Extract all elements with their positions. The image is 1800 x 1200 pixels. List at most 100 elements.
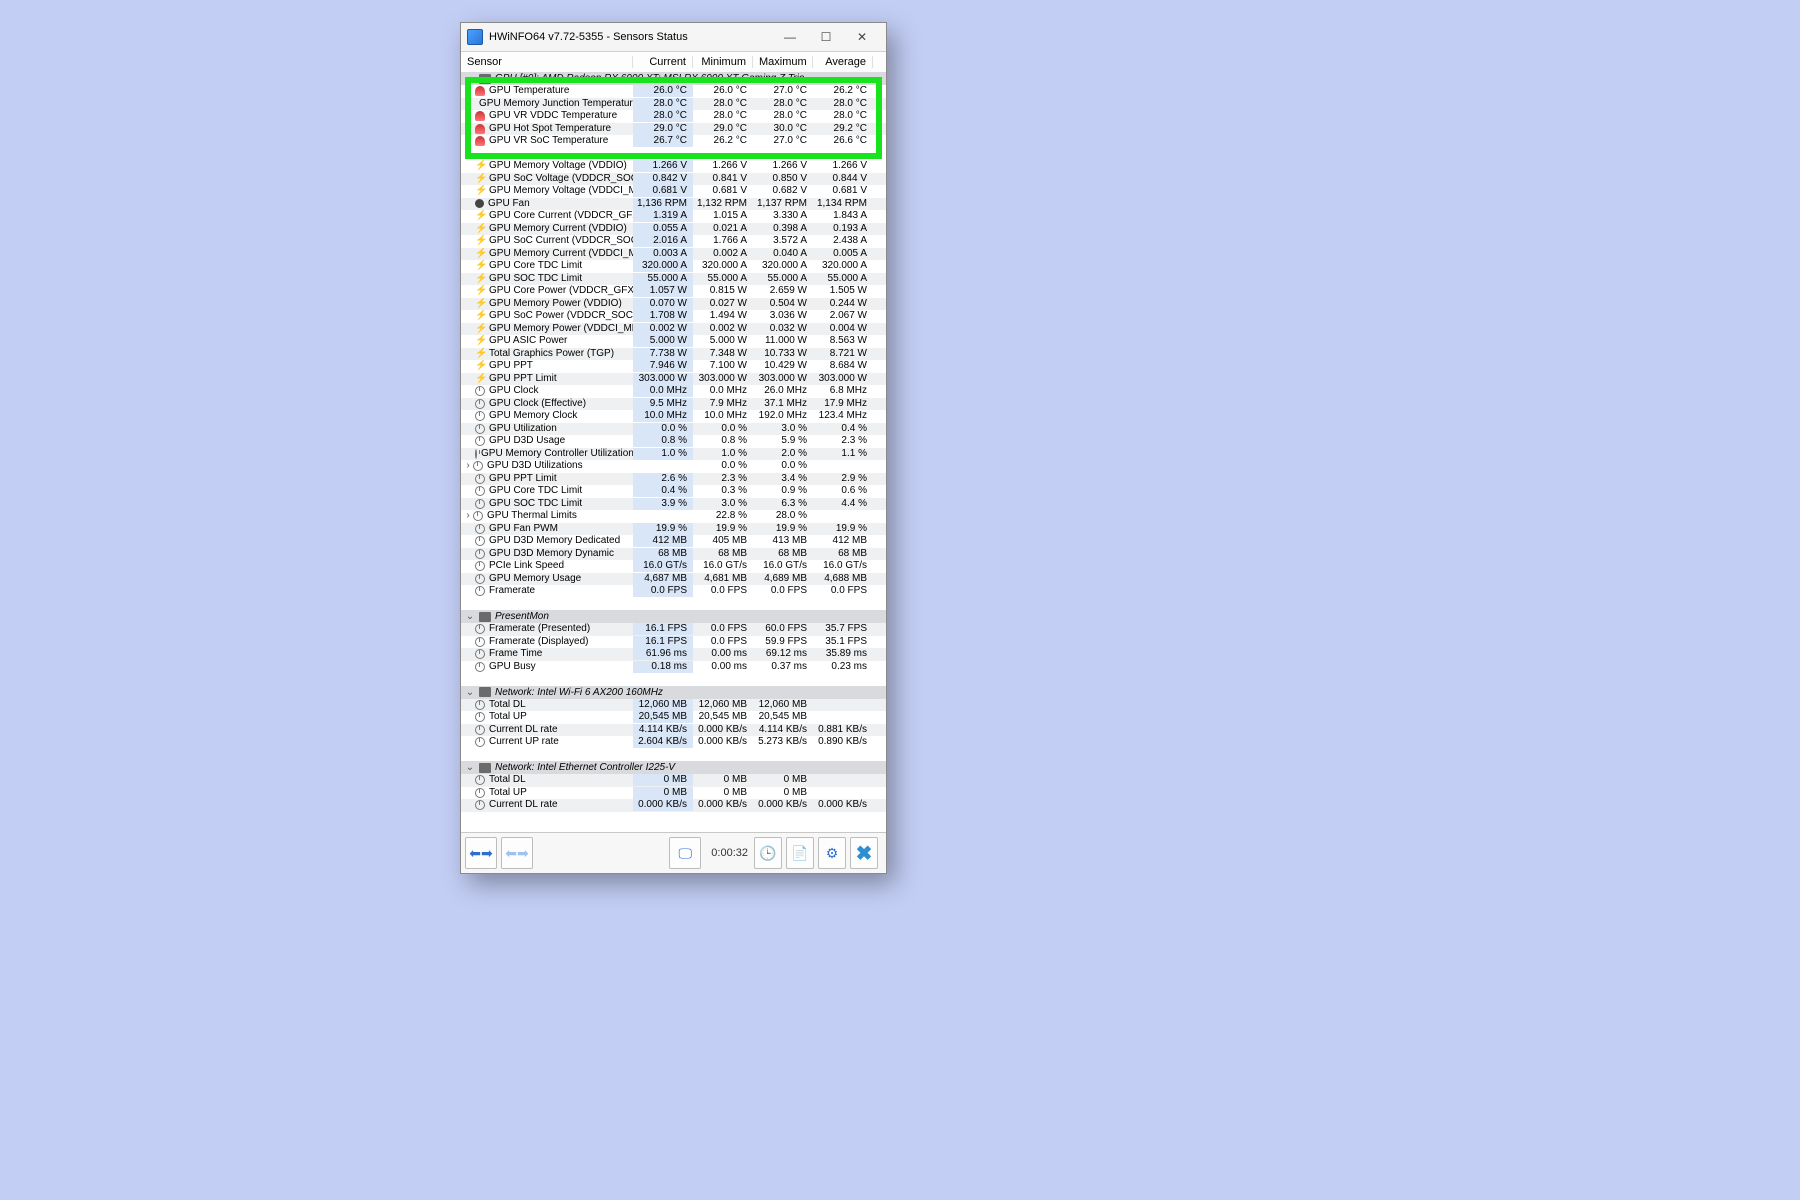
col-current[interactable]: Current [633,56,693,68]
sensor-row[interactable]: Framerate (Displayed)16.1 FPS0.0 FPS59.9… [461,636,886,649]
sensor-row[interactable]: ›GPU D3D Utilizations0.0 %0.0 % [461,460,886,473]
val-current: 0.8 % [633,435,693,447]
sensor-row[interactable]: GPU D3D Memory Dedicated412 MB405 MB413 … [461,535,886,548]
bolt-icon: ⚡ [475,286,485,296]
col-sensor[interactable]: Sensor [461,56,633,68]
sensor-row[interactable]: ⚡GPU SoC Power (VDDCR_SOC)1.708 W1.494 W… [461,310,886,323]
sensor-row[interactable]: GPU Memory Junction Temperature28.0 °C28… [461,98,886,111]
sensor-row[interactable]: ⚡GPU Memory Voltage (VDDIO)1.266 V1.266 … [461,160,886,173]
val-current: 0 MB [633,774,693,786]
nav-expand-button[interactable]: ⬅➡ [501,837,533,869]
sensor-row[interactable]: ⚡Total Graphics Power (TGP)7.738 W7.348 … [461,348,886,361]
val-current: 3.9 % [633,498,693,510]
maximize-button[interactable]: ☐ [808,26,844,48]
val-min: 0.00 ms [693,661,753,673]
sensor-row[interactable]: ⚡GPU PPT7.946 W7.100 W10.429 W8.684 W [461,360,886,373]
sensor-row[interactable]: GPU Clock (Effective)9.5 MHz7.9 MHz37.1 … [461,398,886,411]
expand-icon[interactable]: › [463,460,473,472]
sensor-row[interactable]: ⚡GPU SoC Current (VDDCR_SOC)2.016 A1.766… [461,235,886,248]
sensor-row[interactable]: ⚡GPU Memory Current (VDDCI_MEM)0.003 A0.… [461,248,886,261]
sensor-row[interactable]: GPU SOC TDC Limit3.9 %3.0 %6.3 %4.4 % [461,498,886,511]
reset-button[interactable]: ✖ [850,837,878,869]
sensor-row[interactable]: Current DL rate4.114 KB/s0.000 KB/s4.114… [461,724,886,737]
sensor-row[interactable]: GPU D3D Memory Dynamic68 MB68 MB68 MB68 … [461,548,886,561]
sensor-row[interactable]: GPU D3D Usage0.8 %0.8 %5.9 %2.3 % [461,435,886,448]
bolt-icon: ⚡ [475,361,485,371]
sensor-row[interactable]: ⚡GPU SoC Voltage (VDDCR_SOC)0.842 V0.841… [461,173,886,186]
sensor-row[interactable]: ⚡GPU PPT Limit303.000 W303.000 W303.000 … [461,373,886,386]
sensor-row[interactable]: GPU Busy0.18 ms0.00 ms0.37 ms0.23 ms [461,661,886,674]
sensor-row[interactable]: GPU Temperature26.0 °C26.0 °C27.0 °C26.2… [461,85,886,98]
sensor-row[interactable]: ⚡GPU Memory Voltage (VDDCI_MEM)0.681 V0.… [461,185,886,198]
sensor-row[interactable]: GPU Memory Clock10.0 MHz10.0 MHz192.0 MH… [461,410,886,423]
titlebar[interactable]: HWiNFO64 v7.72-5355 - Sensors Status — ☐… [461,23,886,52]
sensor-row[interactable]: GPU Memory Controller Utilization1.0 %1.… [461,448,886,461]
sensor-row[interactable]: ⚡GPU Memory Power (VDDCI_MEM)0.002 W0.00… [461,323,886,336]
sensor-row[interactable]: Total DL12,060 MB12,060 MB12,060 MB [461,699,886,712]
minimize-button[interactable]: — [772,26,808,48]
sensor-row[interactable]: Framerate0.0 FPS0.0 FPS0.0 FPS0.0 FPS [461,585,886,598]
sensor-row[interactable]: ⚡GPU Memory Power (VDDIO)0.070 W0.027 W0… [461,298,886,311]
val-avg: 1.843 A [813,210,873,222]
sensor-row[interactable]: PCIe Link Speed16.0 GT/s16.0 GT/s16.0 GT… [461,560,886,573]
nav-back-button[interactable]: ⬅➡ [465,837,497,869]
col-maximum[interactable]: Maximum [753,56,813,68]
col-minimum[interactable]: Minimum [693,56,753,68]
sensor-row[interactable]: ⚡GPU Memory Current (VDDIO)0.055 A0.021 … [461,223,886,236]
col-average[interactable]: Average [813,56,873,68]
sensor-row[interactable]: GPU Fan1,136 RPM1,132 RPM1,137 RPM1,134 … [461,198,886,211]
val-min: 10.0 MHz [693,410,753,422]
sensor-row[interactable]: Total UP0 MB0 MB0 MB [461,787,886,800]
logging-button[interactable]: 🖵 [669,837,701,869]
val-avg: 0.681 V [813,185,873,197]
sensor-row[interactable]: Total DL0 MB0 MB0 MB [461,774,886,787]
clock-icon[interactable]: 🕒 [754,837,782,869]
sensor-row[interactable]: GPU Utilization0.0 %0.0 %3.0 %0.4 % [461,423,886,436]
sensor-row[interactable]: GPU VR VDDC Temperature28.0 °C28.0 °C28.… [461,110,886,123]
sensor-row[interactable]: GPU VR SoC Temperature26.7 °C26.2 °C27.0… [461,135,886,148]
sensor-row[interactable]: ⚡GPU Core Power (VDDCR_GFX)1.057 W0.815 … [461,285,886,298]
gauge-icon [475,700,485,710]
save-button[interactable]: 📄 [786,837,814,869]
sensor-row[interactable]: GPU Hot Spot Temperature29.0 °C29.0 °C30… [461,123,886,136]
sensor-name: GPU SoC Voltage (VDDCR_SOC) [489,173,633,185]
sensor-row[interactable]: GPU Clock0.0 MHz0.0 MHz26.0 MHz6.8 MHz [461,385,886,398]
sensor-row[interactable]: Current DL rate0.000 KB/s0.000 KB/s0.000… [461,799,886,812]
gauge-icon [475,561,485,571]
val-min: 0.00 ms [693,648,753,660]
sensor-row[interactable]: ⚡GPU ASIC Power5.000 W5.000 W11.000 W8.5… [461,335,886,348]
sensor-name: GPU Utilization [489,423,557,435]
sensor-group-header[interactable]: ⌄GPU [#0]: AMD Radeon RX 6900 XT: MSI RX… [461,72,886,85]
sensor-row[interactable]: GPU Fan PWM19.9 %19.9 %19.9 %19.9 % [461,523,886,536]
sensor-group-header[interactable]: ⌄Network: Intel Wi-Fi 6 AX200 160MHz [461,686,886,699]
sensor-row[interactable]: ⚡GPU Core Current (VDDCR_GFX)1.319 A1.01… [461,210,886,223]
close-button[interactable]: ✕ [844,26,880,48]
val-max: 3.0 % [753,423,813,435]
sensor-group-header[interactable]: ⌄PresentMon [461,610,886,623]
sensor-name: GPU Memory Usage [489,573,581,585]
sensor-name: GPU Core Current (VDDCR_GFX) [489,210,633,222]
sensor-row[interactable]: GPU Memory Usage4,687 MB4,681 MB4,689 MB… [461,573,886,586]
column-header[interactable]: Sensor Current Minimum Maximum Average [461,52,886,73]
expand-icon[interactable]: › [463,510,473,522]
sensor-list[interactable]: ⌄GPU [#0]: AMD Radeon RX 6900 XT: MSI RX… [461,72,886,833]
sensor-name: GPU Core TDC Limit [489,260,582,272]
val-max: 413 MB [753,535,813,547]
sensor-row[interactable]: ⚡GPU Core TDC Limit320.000 A320.000 A320… [461,260,886,273]
sensor-row[interactable]: Frame Time61.96 ms0.00 ms69.12 ms35.89 m… [461,648,886,661]
sensor-row[interactable]: ›GPU Thermal Limits22.8 %28.0 % [461,510,886,523]
sensor-name: GPU VR VDDC Temperature [489,110,617,122]
sensor-row[interactable]: GPU PPT Limit2.6 %2.3 %3.4 %2.9 % [461,473,886,486]
gauge-icon [475,649,485,659]
sensor-row[interactable]: Total UP20,545 MB20,545 MB20,545 MB [461,711,886,724]
sensor-row[interactable]: Current UP rate2.604 KB/s0.000 KB/s5.273… [461,736,886,749]
sensor-row[interactable]: GPU Core TDC Limit0.4 %0.3 %0.9 %0.6 % [461,485,886,498]
settings-button[interactable]: ⚙ [818,837,846,869]
val-current: 1.266 V [633,160,693,172]
sensor-row[interactable]: ⚡GPU SOC TDC Limit55.000 A55.000 A55.000… [461,273,886,286]
sensor-group-header[interactable]: ⌄Network: Intel Ethernet Controller I225… [461,761,886,774]
val-max: 20,545 MB [753,711,813,723]
sensor-row[interactable]: Framerate (Presented)16.1 FPS0.0 FPS60.0… [461,623,886,636]
val-max: 0.37 ms [753,661,813,673]
val-max: 0.000 KB/s [753,799,813,811]
